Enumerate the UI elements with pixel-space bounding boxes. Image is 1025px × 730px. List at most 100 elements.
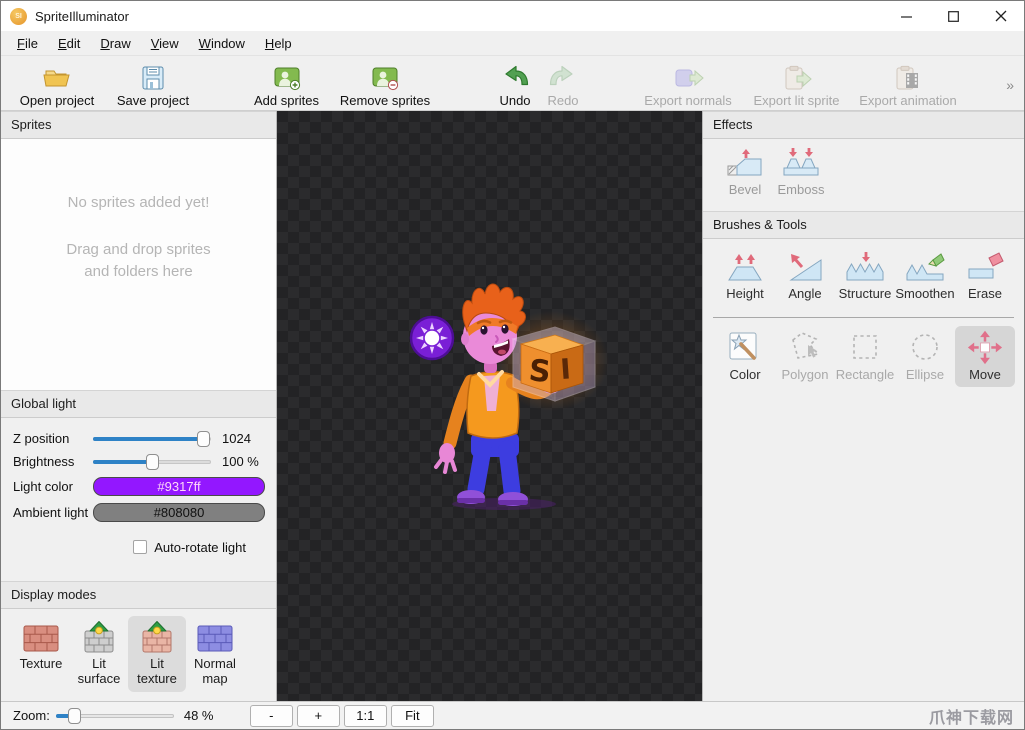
menu-window[interactable]: Window — [189, 33, 255, 54]
sprites-empty-title: No sprites added yet! — [1, 194, 276, 211]
tool-label: Height — [726, 286, 764, 301]
effect-bevel[interactable]: Bevel — [717, 145, 773, 201]
maximize-button[interactable] — [930, 1, 977, 31]
save-project-button[interactable]: Save project — [107, 59, 199, 108]
light-gizmo[interactable] — [411, 317, 453, 359]
menu-help[interactable]: Help — [255, 33, 302, 54]
display-mode-label: Lit surface — [71, 657, 127, 687]
zoom-out-button[interactable]: - — [250, 705, 293, 727]
ellipse-select-icon — [906, 329, 944, 365]
sprites-empty-hint: Drag and drop sprites and folders here — [59, 239, 219, 283]
menubar: File Edit Draw View Window Help — [1, 31, 1024, 56]
zoom-in-button[interactable]: + — [297, 705, 340, 727]
add-sprites-button[interactable]: Add sprites — [239, 59, 334, 108]
redo-button[interactable]: Redo — [539, 59, 587, 108]
structure-icon — [843, 250, 887, 284]
display-mode-label: Normal map — [187, 657, 243, 687]
left-panel: Sprites No sprites added yet! Drag and d… — [1, 111, 277, 701]
undo-button[interactable]: Undo — [491, 59, 539, 108]
tool-structure[interactable]: Structure — [835, 247, 895, 306]
brightness-value: 100 % — [222, 454, 259, 469]
slider-handle[interactable] — [68, 708, 81, 724]
auto-rotate-checkbox[interactable] — [133, 540, 147, 554]
watermark-text: 爪神下载网 — [929, 704, 1014, 728]
open-project-button[interactable]: Open project — [7, 59, 107, 108]
tool-label: Erase — [968, 286, 1002, 301]
tool-smoothen[interactable]: Smoothen — [895, 247, 955, 306]
normal-map-icon — [195, 620, 235, 654]
z-position-slider[interactable] — [93, 431, 211, 447]
erase-icon — [965, 250, 1005, 284]
open-project-label: Open project — [20, 93, 94, 108]
export-animation-button[interactable]: Export animation — [849, 59, 967, 108]
si-cube: S I — [513, 327, 595, 401]
height-icon — [725, 250, 765, 284]
maximize-icon — [948, 11, 959, 22]
sprite-preview: S I — [409, 281, 609, 513]
texture-brick-icon — [21, 620, 61, 654]
close-button[interactable] — [977, 1, 1024, 31]
save-project-label: Save project — [117, 93, 189, 108]
tool-label: Color — [729, 367, 760, 382]
display-mode-texture[interactable]: Texture — [12, 616, 70, 677]
export-lit-sprite-button[interactable]: Export lit sprite — [744, 59, 849, 108]
display-mode-lit-surface[interactable]: Lit surface — [70, 616, 128, 692]
right-panel-empty — [703, 387, 1024, 701]
undo-label: Undo — [499, 93, 530, 108]
tool-label: Move — [969, 367, 1001, 382]
brightness-slider[interactable] — [93, 454, 211, 470]
z-position-value: 1024 — [222, 431, 251, 446]
zoom-fit-button[interactable]: Fit — [391, 705, 434, 727]
light-color-label: Light color — [13, 479, 93, 494]
slider-fill — [93, 437, 203, 441]
light-color-row: Light color #9317ff — [13, 473, 266, 499]
brightness-label: Brightness — [13, 454, 93, 469]
export-normals-icon — [672, 59, 704, 92]
toolbar-overflow-button[interactable]: » — [1000, 76, 1018, 94]
export-normals-button[interactable]: Export normals — [632, 59, 744, 108]
zoom-slider[interactable] — [56, 708, 174, 724]
tool-label: Smoothen — [895, 286, 954, 301]
tool-ellipse[interactable]: Ellipse — [895, 326, 955, 387]
effect-label: Bevel — [729, 182, 762, 197]
remove-sprites-label: Remove sprites — [340, 93, 430, 108]
sprites-dropzone[interactable]: No sprites added yet! Drag and drop spri… — [1, 139, 276, 390]
light-color-button[interactable]: #9317ff — [93, 477, 265, 496]
cube-letter-s: S — [527, 353, 552, 390]
menu-file[interactable]: File — [7, 33, 48, 54]
tool-polygon[interactable]: Polygon — [775, 326, 835, 387]
tool-label: Structure — [839, 286, 892, 301]
slider-handle[interactable] — [197, 431, 210, 447]
export-animation-label: Export animation — [859, 93, 957, 108]
remove-sprites-button[interactable]: Remove sprites — [334, 59, 436, 108]
open-folder-icon — [42, 59, 72, 92]
tool-height[interactable]: Height — [715, 247, 775, 306]
effect-emboss[interactable]: Emboss — [773, 145, 829, 201]
tool-rectangle[interactable]: Rectangle — [835, 326, 895, 387]
tool-color[interactable]: Color — [715, 326, 775, 387]
minimize-button[interactable] — [883, 1, 930, 31]
tool-angle[interactable]: Angle — [775, 247, 835, 306]
close-icon — [995, 10, 1007, 22]
tool-label: Rectangle — [836, 367, 895, 382]
menu-view[interactable]: View — [141, 33, 189, 54]
menu-edit[interactable]: Edit — [48, 33, 90, 54]
polygon-select-icon — [786, 329, 824, 365]
display-modes-body: Texture Lit surface Lit texture Normal m… — [1, 609, 276, 701]
app-logo-icon: SI — [10, 8, 27, 25]
menu-draw[interactable]: Draw — [90, 33, 140, 54]
brush-tools-row: Height Angle Structure Smoothen Erase — [703, 239, 1024, 306]
zoom-1to1-button[interactable]: 1:1 — [344, 705, 387, 727]
slider-handle[interactable] — [146, 454, 159, 470]
export-lit-sprite-label: Export lit sprite — [754, 93, 840, 108]
display-mode-lit-texture[interactable]: Lit texture — [128, 616, 186, 692]
bevel-icon — [725, 147, 765, 179]
display-mode-normal-map[interactable]: Normal map — [186, 616, 244, 692]
ambient-light-button[interactable]: #808080 — [93, 503, 265, 522]
tool-move[interactable]: Move — [955, 326, 1015, 387]
angle-icon — [785, 250, 825, 284]
tool-erase[interactable]: Erase — [955, 247, 1015, 306]
tool-label: Angle — [788, 286, 821, 301]
tool-label: Ellipse — [906, 367, 944, 382]
sprite-canvas[interactable]: S I — [277, 111, 702, 701]
